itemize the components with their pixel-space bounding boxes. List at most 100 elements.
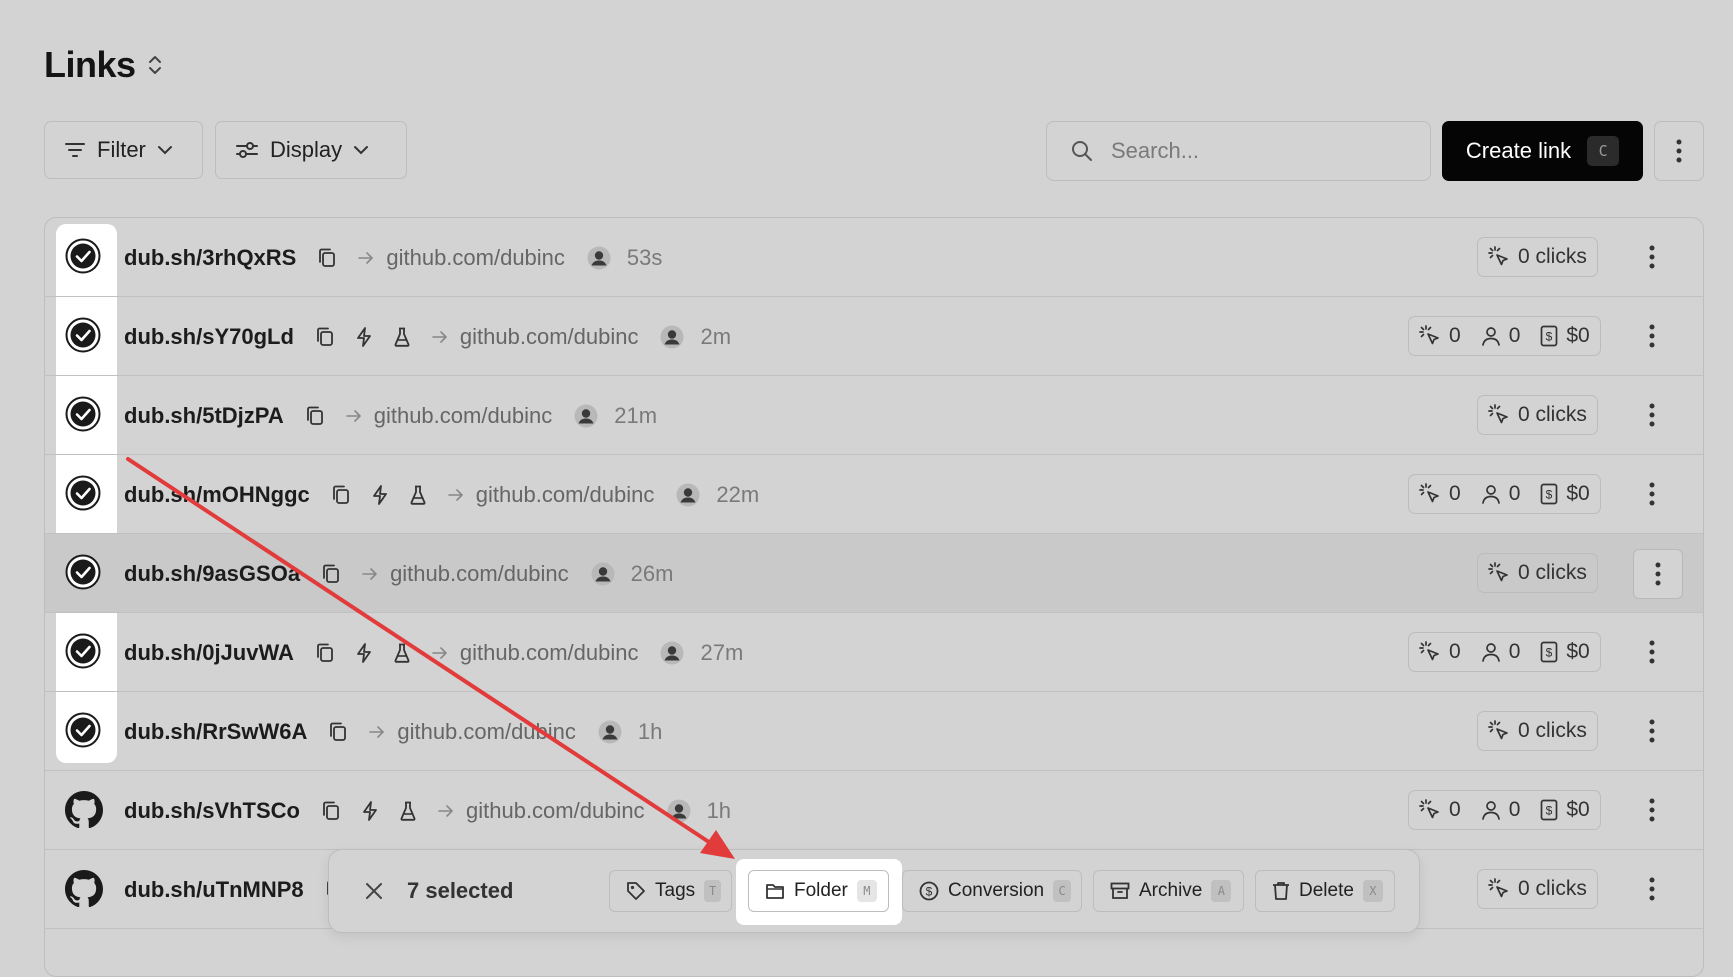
copy-icon[interactable] xyxy=(322,801,340,821)
archive-button[interactable]: Archive A xyxy=(1093,870,1244,912)
row-menu-button[interactable] xyxy=(1630,867,1674,911)
stats-badge[interactable]: 0 clicks xyxy=(1477,869,1598,909)
shortcut-key: A xyxy=(1211,880,1232,902)
search-box[interactable] xyxy=(1046,121,1431,181)
destination: github.com/dubinc xyxy=(432,640,639,666)
row-menu-button[interactable] xyxy=(1630,472,1674,516)
display-button[interactable]: Display xyxy=(215,121,407,179)
create-link-button[interactable]: Create link C xyxy=(1442,121,1643,181)
short-link[interactable]: dub.sh/mOHNggc xyxy=(124,482,310,508)
destination: github.com/dubinc xyxy=(447,482,655,508)
link-row[interactable]: dub.sh/3rhQxRS github.com/dubinc 53s 0 clic… xyxy=(45,218,1703,297)
search-input[interactable] xyxy=(1109,137,1413,165)
check-circle-icon[interactable] xyxy=(65,317,103,355)
stats-badge[interactable]: 0 0 $ $0 xyxy=(1408,316,1601,356)
stats-badge[interactable]: 0 0 $ $0 xyxy=(1408,790,1601,830)
stats-badge[interactable]: 0 clicks xyxy=(1477,395,1598,435)
check-circle-icon[interactable] xyxy=(65,554,103,592)
stats-badge[interactable]: 0 clicks xyxy=(1477,711,1598,751)
link-row[interactable]: dub.sh/sVhTSCo github.com/dubinc 1h 0 0 $ $0 xyxy=(45,771,1703,850)
stat-group: 0 xyxy=(1419,640,1461,664)
arrow-right-icon xyxy=(438,804,454,817)
dollar-icon: $ xyxy=(1540,483,1558,505)
stats-badge[interactable]: 0 0 $ $0 xyxy=(1408,474,1601,514)
folder-button[interactable]: Folder M xyxy=(748,870,889,912)
folder-label: Folder xyxy=(794,880,848,901)
close-icon[interactable] xyxy=(365,882,383,900)
dollar-icon: $ xyxy=(1540,641,1558,663)
copy-icon[interactable] xyxy=(332,485,350,505)
stat-value: 0 xyxy=(1508,482,1521,505)
short-link[interactable]: dub.sh/uTnMNP8 xyxy=(124,877,304,903)
delete-label: Delete xyxy=(1299,880,1354,901)
copy-icon[interactable] xyxy=(329,722,347,742)
row-menu-button[interactable] xyxy=(1630,788,1674,832)
destination-url[interactable]: github.com/dubinc xyxy=(466,798,645,824)
chevron-up-down-icon[interactable] xyxy=(148,54,162,76)
bolt-icon xyxy=(356,326,372,347)
copy-icon[interactable] xyxy=(316,643,334,663)
stat-value: 0 xyxy=(1449,482,1461,505)
check-circle-icon[interactable] xyxy=(65,238,103,276)
github-icon[interactable] xyxy=(65,870,103,908)
short-link[interactable]: dub.sh/0jJuvWA xyxy=(124,640,294,666)
delete-button[interactable]: Delete X xyxy=(1255,870,1395,912)
conversion-button[interactable]: $ Conversion C xyxy=(902,870,1082,912)
tags-button[interactable]: Tags T xyxy=(609,870,732,912)
destination: github.com/dubinc xyxy=(432,324,639,350)
search-icon xyxy=(1071,140,1093,162)
display-label: Display xyxy=(270,137,343,162)
copy-icon[interactable] xyxy=(316,327,334,347)
check-circle-icon[interactable] xyxy=(65,633,103,671)
row-menu-button[interactable] xyxy=(1630,314,1674,358)
short-link[interactable]: dub.sh/3rhQxRS xyxy=(124,245,296,271)
filter-button[interactable]: Filter xyxy=(44,121,203,179)
destination-url[interactable]: github.com/dubinc xyxy=(476,482,655,508)
more-options-button[interactable] xyxy=(1654,121,1704,181)
link-row[interactable]: dub.sh/5tDjzPA github.com/dubinc 21m 0 clic… xyxy=(45,376,1703,455)
stats-badge[interactable]: 0 clicks xyxy=(1477,237,1598,277)
check-circle-icon[interactable] xyxy=(65,712,103,750)
archive-label: Archive xyxy=(1139,880,1203,901)
user-avatar-icon xyxy=(587,246,611,270)
user-avatar-icon xyxy=(660,641,684,665)
link-info: dub.sh/sY70gLd github.com/dubinc 2m xyxy=(124,297,731,376)
link-row[interactable]: dub.sh/9asGSOa github.com/dubinc 26m 0 clic… xyxy=(45,534,1703,613)
destination-url[interactable]: github.com/dubinc xyxy=(460,324,639,350)
stat-group: $ $0 xyxy=(1540,324,1590,348)
row-menu-button[interactable] xyxy=(1630,235,1674,279)
row-menu-button[interactable] xyxy=(1630,630,1674,674)
copy-icon[interactable] xyxy=(318,248,336,268)
stat-group: 0 xyxy=(1481,482,1521,506)
link-info: dub.sh/5tDjzPA github.com/dubinc 21m xyxy=(124,376,657,455)
created-info: 27m xyxy=(660,640,743,666)
short-link[interactable]: dub.sh/9asGSOa xyxy=(124,561,300,587)
github-icon[interactable] xyxy=(65,791,103,829)
kebab-icon xyxy=(1676,139,1682,163)
row-menu-button[interactable] xyxy=(1633,549,1683,599)
destination-url[interactable]: github.com/dubinc xyxy=(397,719,576,745)
cursor-click-icon xyxy=(1488,562,1510,584)
link-row[interactable]: dub.sh/sY70gLd github.com/dubinc 2m 0 0 $ $0 xyxy=(45,297,1703,376)
short-link[interactable]: dub.sh/RrSwW6A xyxy=(124,719,307,745)
link-row[interactable]: dub.sh/mOHNggc github.com/dubinc 22m 0 0 $ $0 xyxy=(45,455,1703,534)
stat-group: 0 xyxy=(1481,640,1520,664)
destination-url[interactable]: github.com/dubinc xyxy=(374,403,553,429)
short-link[interactable]: dub.sh/5tDjzPA xyxy=(124,403,284,429)
short-link[interactable]: dub.sh/sY70gLd xyxy=(124,324,294,350)
link-row[interactable]: dub.sh/0jJuvWA github.com/dubinc 27m 0 0 $ $0 xyxy=(45,613,1703,692)
check-circle-icon[interactable] xyxy=(65,396,103,434)
destination-url[interactable]: github.com/dubinc xyxy=(460,640,639,666)
stats-badge[interactable]: 0 clicks xyxy=(1477,553,1598,593)
stats-badge[interactable]: 0 0 $ $0 xyxy=(1408,632,1601,672)
row-menu-button[interactable] xyxy=(1630,709,1674,753)
copy-icon[interactable] xyxy=(306,406,324,426)
copy-icon[interactable] xyxy=(322,564,340,584)
destination-url[interactable]: github.com/dubinc xyxy=(386,245,565,271)
clicks-count: 0 clicks xyxy=(1518,403,1587,426)
short-link[interactable]: dub.sh/sVhTSCo xyxy=(124,798,300,824)
destination-url[interactable]: github.com/dubinc xyxy=(390,561,569,587)
row-menu-button[interactable] xyxy=(1630,393,1674,437)
check-circle-icon[interactable] xyxy=(65,475,103,513)
link-row[interactable]: dub.sh/RrSwW6A github.com/dubinc 1h 0 click… xyxy=(45,692,1703,771)
